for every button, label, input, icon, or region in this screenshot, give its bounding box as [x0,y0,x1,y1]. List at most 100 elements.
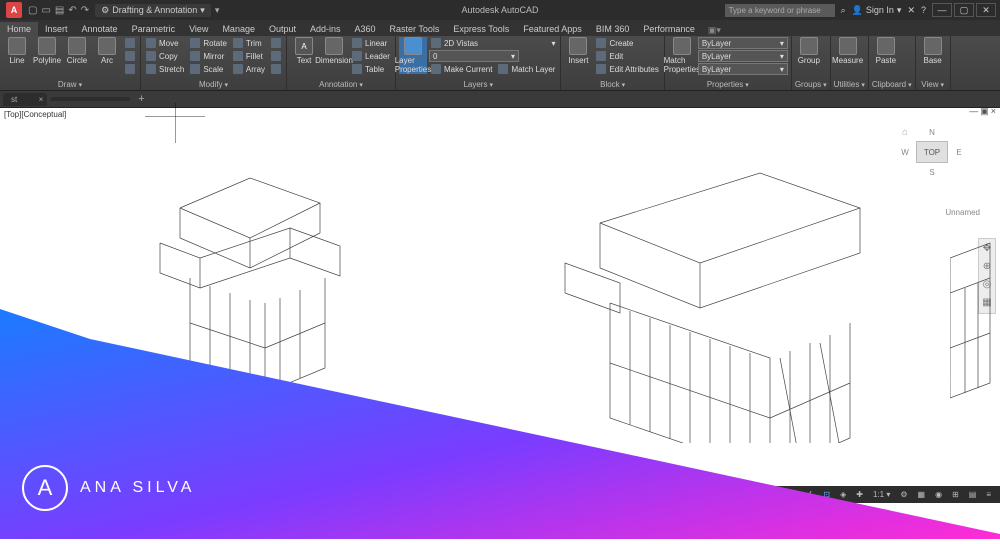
customize-icon[interactable]: ≡ [983,489,994,500]
match-properties-button[interactable]: Match Properties [668,37,696,74]
viewport-close-icon[interactable]: × [991,106,996,117]
tab-annotate[interactable]: Annotate [75,22,125,36]
app-logo[interactable]: A [6,2,22,18]
tab-view[interactable]: View [182,22,215,36]
home-icon[interactable]: ⌂ [894,127,916,138]
qat-save-icon[interactable]: ▤ [55,5,64,16]
workspace-dropdown[interactable]: ⚙ Drafting & Annotation ▾ [95,4,211,17]
status-icon[interactable]: ⚙ [897,489,910,500]
drawing-canvas[interactable]: — ▣ × [Top][Conceptual] ⌂ N W TOP E S Un… [0,108,1000,503]
lineweight-dropdown[interactable]: ByLayer▾ [698,50,788,62]
text-button[interactable]: AText [290,37,318,65]
tab-insert[interactable]: Insert [38,22,75,36]
draw-extra1[interactable] [123,37,137,49]
line-button[interactable]: Line [3,37,31,65]
panel-expand-icon[interactable]: ▾ [79,81,83,89]
status-icon[interactable]: ⊞ [949,489,962,500]
draw-extra2[interactable] [123,50,137,62]
exchange-icon[interactable]: ✕ [907,5,915,16]
group-button[interactable]: Group [795,37,823,65]
modify-extra2[interactable] [269,50,283,62]
create-button[interactable]: Create [594,37,660,49]
modify-extra1[interactable] [269,37,283,49]
insert-button[interactable]: Insert [564,37,592,65]
search-input[interactable]: Type a keyword or phrase [725,4,835,17]
layer-state-dropdown[interactable]: 2D Vistas▾ [429,37,558,49]
measure-button[interactable]: Measure [834,37,862,65]
qat-overflow-icon[interactable]: ▾ [215,5,220,16]
status-icon[interactable]: ◧ [786,489,800,500]
help-icon[interactable]: ? [921,5,926,15]
panel-expand-icon[interactable]: ▾ [745,81,749,89]
panel-expand-icon[interactable]: ▾ [908,81,912,89]
qat-new-icon[interactable]: ▢ [28,5,37,16]
maximize-button[interactable]: ▢ [954,3,974,17]
move-button[interactable]: Move [144,37,186,49]
signin-button[interactable]: 👤 Sign In ▾ [852,5,902,16]
panel-expand-icon[interactable]: ▾ [823,81,827,89]
stretch-button[interactable]: Stretch [144,63,186,75]
table-button[interactable]: Table [350,63,392,75]
mirror-button[interactable]: Mirror [188,50,229,62]
file-tab-drawing[interactable] [50,97,130,101]
make-current-button[interactable]: Make Current [429,63,494,75]
circle-button[interactable]: Circle [63,37,91,65]
panel-expand-icon[interactable]: ▾ [359,81,363,89]
panel-expand-icon[interactable]: ▾ [940,81,944,89]
rotate-button[interactable]: Rotate [188,37,229,49]
edit-button[interactable]: Edit [594,50,660,62]
status-icon[interactable]: ▦ [915,489,929,500]
minimize-button[interactable]: — [932,3,952,17]
qat-open-icon[interactable]: ▭ [41,5,50,16]
status-icon[interactable]: ◉ [932,489,945,500]
match-layer-button[interactable]: Match Layer [496,63,557,75]
viewport-max-icon[interactable]: ▣ [980,106,989,117]
layer-properties-button[interactable]: Layer Properties [399,37,427,74]
tab-raster[interactable]: Raster Tools [383,22,447,36]
copy-button[interactable]: Copy [144,50,186,62]
tab-parametric[interactable]: Parametric [125,22,183,36]
tab-featured[interactable]: Featured Apps [516,22,589,36]
status-icon[interactable]: ✚ [853,489,866,500]
tab-manage[interactable]: Manage [215,22,262,36]
color-dropdown[interactable]: ByLayer▾ [698,37,788,49]
tab-home[interactable]: Home [0,22,38,36]
panel-expand-icon[interactable]: ▾ [489,81,493,89]
add-tab-button[interactable]: + [138,93,144,105]
panel-expand-icon[interactable]: ▾ [861,81,865,89]
status-icon[interactable]: ▤ [966,489,980,500]
status-icon[interactable]: ◈ [837,489,849,500]
dimension-button[interactable]: Dimension [320,37,348,65]
polyline-button[interactable]: Polyline [33,37,61,65]
linetype-dropdown[interactable]: ByLayer▾ [698,63,788,75]
scale-dropdown[interactable]: 1:1 ▾ [870,489,893,500]
infocenter-icon[interactable]: ⌕ [841,5,846,16]
paste-button[interactable]: Paste [872,37,900,65]
arc-button[interactable]: Arc [93,37,121,65]
tab-focus-icon[interactable]: ▣▾ [708,25,721,36]
fillet-button[interactable]: Fillet [231,50,267,62]
edit-attributes-button[interactable]: Edit Attributes [594,63,660,75]
layer-dropdown[interactable]: 0▾ [429,50,519,62]
status-icon[interactable]: ⊡ [820,489,833,500]
view-state-label[interactable]: Unnamed [945,208,980,217]
qat-undo-icon[interactable]: ↶ [68,5,76,16]
trim-button[interactable]: Trim [231,37,267,49]
file-tab-start[interactable]: st × [3,93,47,106]
viewport-min-icon[interactable]: — [969,106,978,117]
modify-extra3[interactable] [269,63,283,75]
close-button[interactable]: ✕ [976,3,996,17]
array-button[interactable]: Array [231,63,267,75]
status-icon[interactable]: ∠ [803,489,816,500]
panel-expand-icon[interactable]: ▾ [225,81,229,89]
tab-output[interactable]: Output [262,22,303,36]
draw-extra3[interactable] [123,63,137,75]
panel-expand-icon[interactable]: ▾ [622,81,626,89]
base-button[interactable]: Base [919,37,947,65]
tab-a360[interactable]: A360 [348,22,383,36]
status-icon[interactable]: ⊕ [769,489,782,500]
scale-button[interactable]: Scale [188,63,229,75]
tab-addins[interactable]: Add-ins [303,22,348,36]
view-cube[interactable]: ⌂ N W TOP E S [894,123,970,181]
close-icon[interactable]: × [39,95,44,104]
